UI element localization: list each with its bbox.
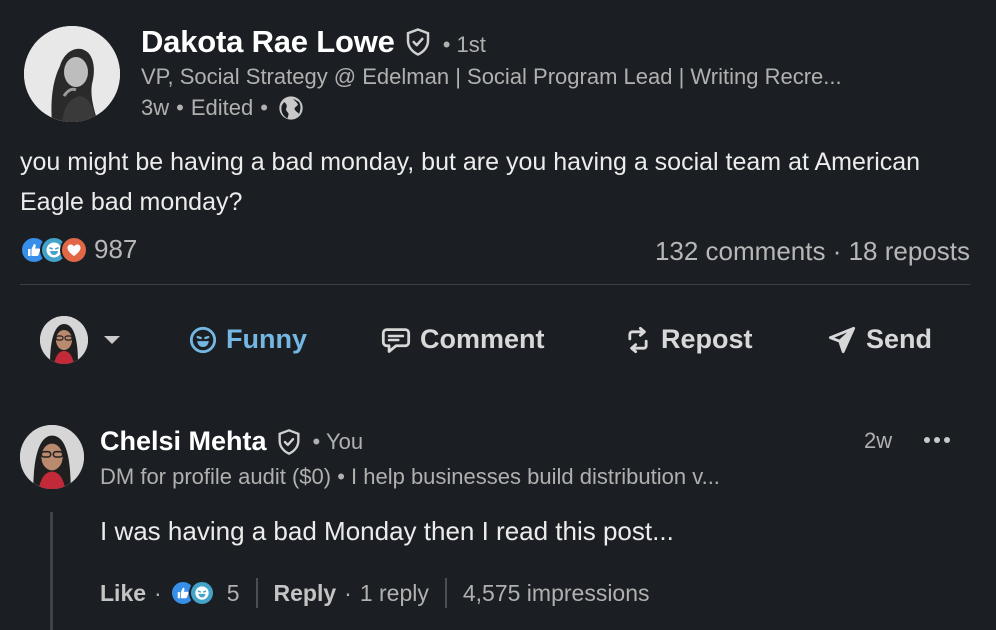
acting-as-selector[interactable] — [40, 316, 122, 364]
verified-shield-icon — [275, 428, 303, 456]
commenter-name[interactable]: Chelsi Mehta — [100, 426, 267, 457]
impressions-count: 4,575 impressions — [462, 579, 650, 606]
commenter-relation: • You — [312, 428, 364, 454]
author-name-row: Dakota Rae Lowe • 1st — [141, 24, 486, 60]
send-label: Send — [866, 324, 933, 354]
reaction-count: 987 — [94, 234, 138, 264]
author-avatar[interactable] — [24, 26, 120, 122]
commenter-headline: DM for profile audit ($0) • I help busin… — [100, 464, 720, 489]
edited-label: Edited — [190, 95, 254, 120]
funny-icon — [189, 326, 217, 353]
repost-label: Repost — [661, 324, 753, 354]
commenter-name-row: Chelsi Mehta • You — [100, 426, 363, 457]
funny-label: Funny — [226, 324, 307, 354]
meta-separator: · — [154, 579, 162, 606]
action-bar: Funny Comment Repost Send — [0, 316, 996, 368]
love-reaction-icon — [60, 235, 88, 264]
globe-icon — [277, 94, 305, 122]
post-meta: 3w • Edited • — [141, 94, 305, 122]
divider — [444, 578, 447, 608]
comment-actions: Like · 5 Reply · 1 reply 4,575 impressio… — [100, 576, 650, 610]
comment-text: I was having a bad Monday then I read th… — [100, 516, 674, 546]
funny-reaction-button[interactable]: Funny — [189, 324, 307, 355]
meta-separator: · — [344, 579, 352, 606]
chevron-down-icon — [102, 334, 122, 346]
linkedin-post: Dakota Rae Lowe • 1st VP, Social Strateg… — [0, 0, 996, 630]
comment-icon — [381, 327, 411, 353]
send-icon — [828, 326, 856, 353]
comment-label: Comment — [420, 324, 545, 354]
connection-degree: • 1st — [442, 31, 486, 57]
reactions-summary[interactable]: 987 — [20, 234, 137, 265]
author-headline: VP, Social Strategy @ Edelman | Social P… — [141, 64, 842, 89]
post-body: you might be having a bad monday, but ar… — [20, 148, 921, 216]
send-button[interactable]: Send — [827, 324, 932, 355]
comment-age: 2w — [864, 428, 893, 453]
repost-icon — [628, 326, 648, 353]
repost-button[interactable]: Repost — [624, 324, 753, 355]
verified-shield-icon — [403, 27, 433, 57]
post-age: 3w — [141, 95, 170, 120]
comment-reaction-count[interactable]: 5 — [227, 580, 240, 607]
meta-separator: • — [260, 95, 268, 120]
reply-count[interactable]: 1 reply — [360, 580, 429, 607]
thread-line — [50, 512, 53, 630]
viewer-avatar — [40, 316, 88, 364]
funny-reaction-icon — [188, 580, 215, 606]
more-options-icon[interactable] — [922, 428, 952, 452]
comment-reply-button[interactable]: Reply — [274, 580, 337, 607]
comments-reposts-count[interactable]: 132 comments · 18 reposts — [655, 236, 970, 267]
comment-like-button[interactable]: Like — [100, 580, 146, 607]
author-name[interactable]: Dakota Rae Lowe — [141, 24, 395, 60]
divider — [20, 284, 970, 285]
meta-separator: • — [176, 95, 184, 120]
comment-button[interactable]: Comment — [381, 324, 545, 355]
commenter-avatar[interactable] — [20, 425, 84, 489]
divider — [255, 578, 258, 608]
